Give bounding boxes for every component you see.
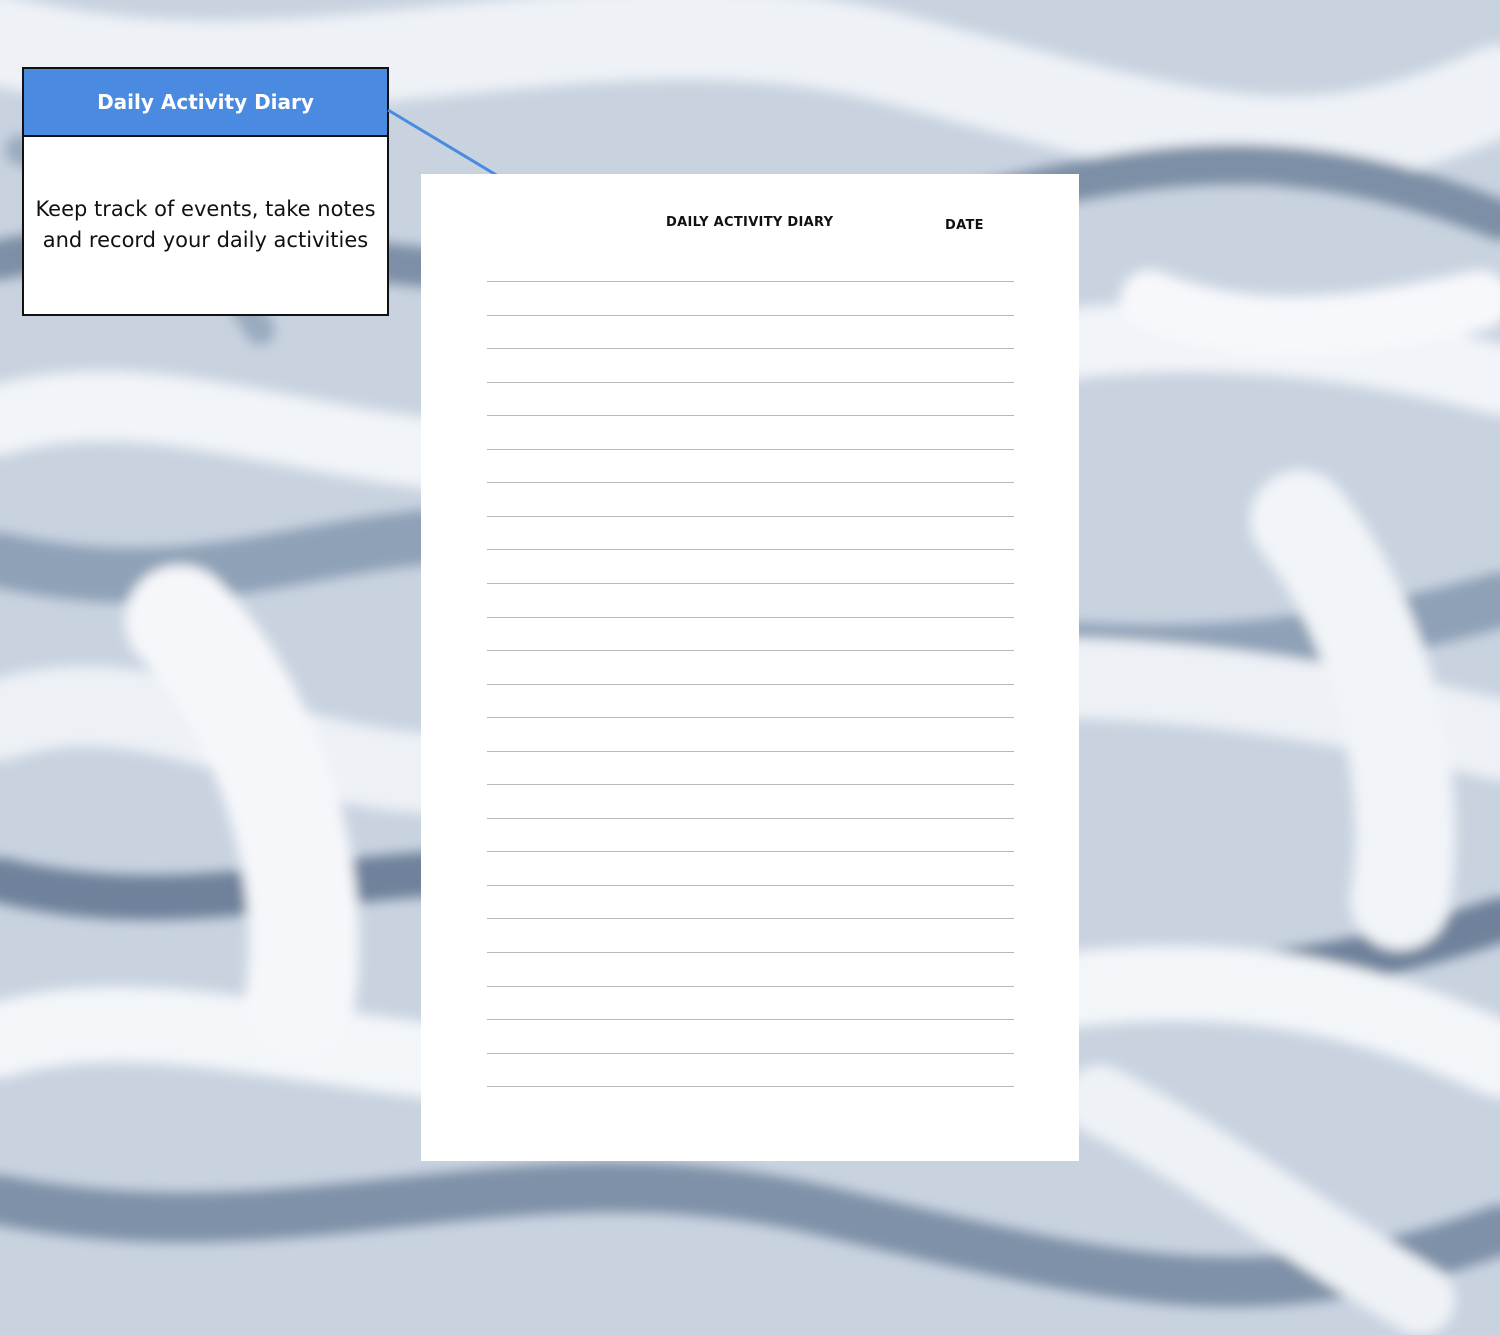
callout-box: Daily Activity Diary Keep track of event… [22,67,389,316]
ruled-lines [487,174,1014,1161]
ruled-line [487,784,1014,785]
ruled-line [487,1019,1014,1020]
ruled-line [487,717,1014,718]
ruled-line [487,583,1014,584]
ruled-line [487,415,1014,416]
ruled-line [487,684,1014,685]
ruled-line [487,952,1014,953]
callout-title: Daily Activity Diary [24,69,387,137]
ruled-line [487,918,1014,919]
ruled-line [487,449,1014,450]
diary-page: DAILY ACTIVITY DIARY DATE [421,174,1079,1161]
ruled-line [487,315,1014,316]
ruled-line [487,382,1014,383]
ruled-line [487,549,1014,550]
ruled-line [487,1053,1014,1054]
ruled-line [487,751,1014,752]
ruled-line [487,516,1014,517]
ruled-line [487,650,1014,651]
ruled-line [487,482,1014,483]
ruled-line [487,281,1014,282]
ruled-line [487,617,1014,618]
ruled-line [487,818,1014,819]
ruled-line [487,1086,1014,1087]
ruled-line [487,348,1014,349]
ruled-line [487,986,1014,987]
callout-description: Keep track of events, take notes and rec… [35,197,376,252]
ruled-line [487,885,1014,886]
ruled-line [487,851,1014,852]
